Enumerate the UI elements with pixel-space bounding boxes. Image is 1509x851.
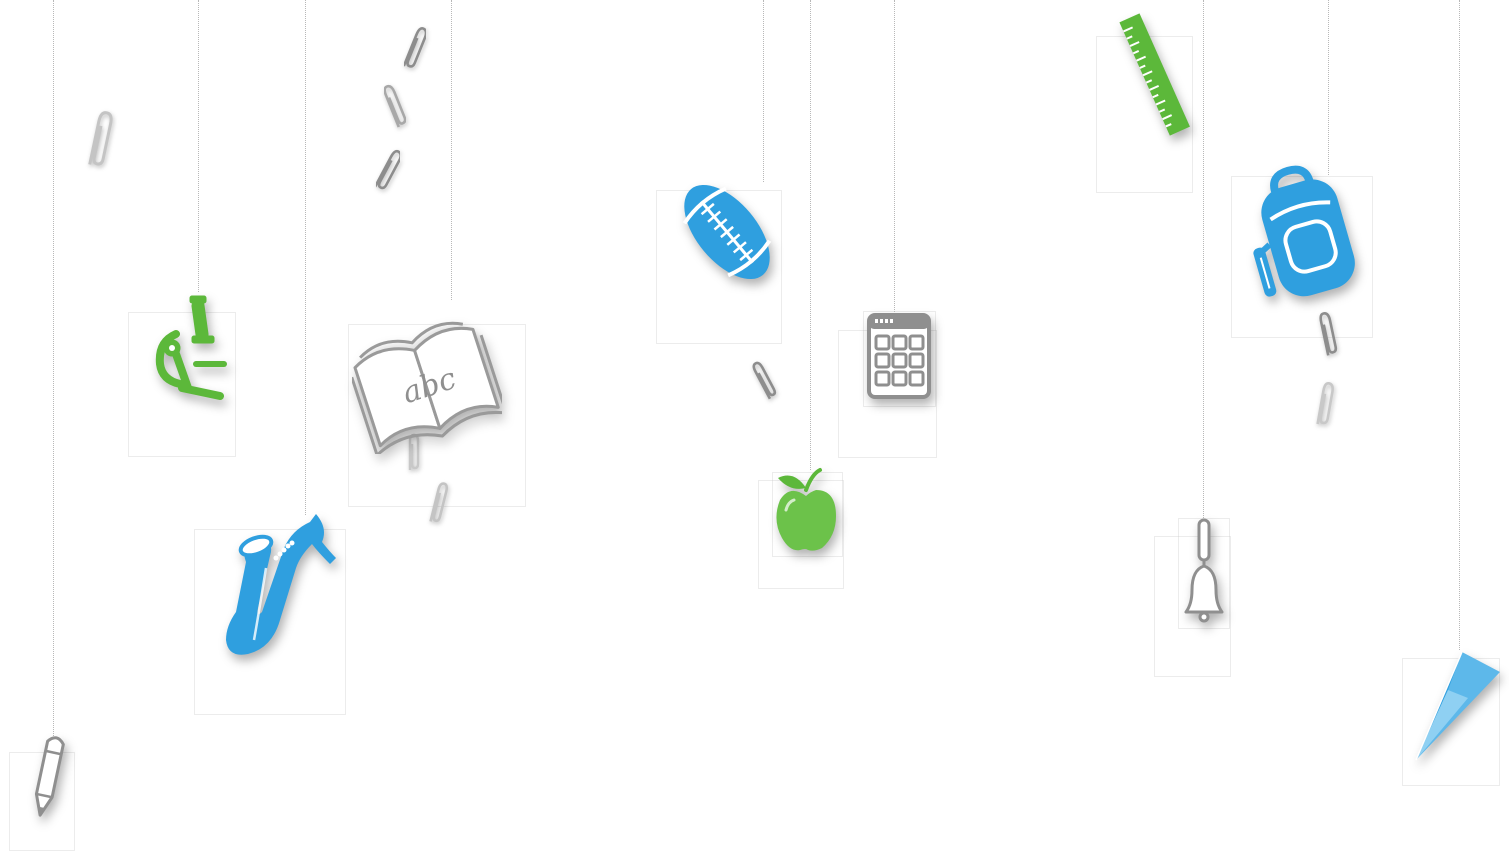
saxophone-icon xyxy=(226,514,336,655)
hanging-string xyxy=(1328,0,1329,175)
paperclip-icon xyxy=(88,111,113,166)
microscope-icon xyxy=(155,295,227,400)
hanging-string xyxy=(894,0,895,312)
hanging-string xyxy=(763,0,764,182)
hanging-string xyxy=(451,0,452,300)
hanging-string xyxy=(305,0,306,515)
paperclip-icon xyxy=(752,361,777,400)
football-icon xyxy=(682,184,772,280)
hanging-string xyxy=(198,0,199,292)
paperclip-icon xyxy=(384,84,406,128)
paperclip-icon xyxy=(404,27,426,68)
hanging-string xyxy=(810,0,811,470)
paper-plane-icon xyxy=(1415,651,1500,761)
paperclip-icon xyxy=(376,149,400,190)
calculator-icon xyxy=(867,313,931,399)
ruler-icon xyxy=(1119,13,1190,136)
paperclip-icon xyxy=(1316,381,1334,425)
hanging-string xyxy=(1459,0,1460,650)
bell-icon xyxy=(1184,518,1224,623)
open-book-icon: abc xyxy=(352,321,502,454)
hanging-string xyxy=(1203,0,1204,520)
paperclip-icon xyxy=(429,482,449,523)
hanging-string xyxy=(53,0,54,740)
backpack-icon xyxy=(1253,165,1355,297)
pencil-icon xyxy=(34,736,65,817)
hanging-ornaments-scene: abc xyxy=(0,0,1509,851)
apple-icon xyxy=(776,468,836,551)
paperclip-icon xyxy=(1319,312,1338,356)
